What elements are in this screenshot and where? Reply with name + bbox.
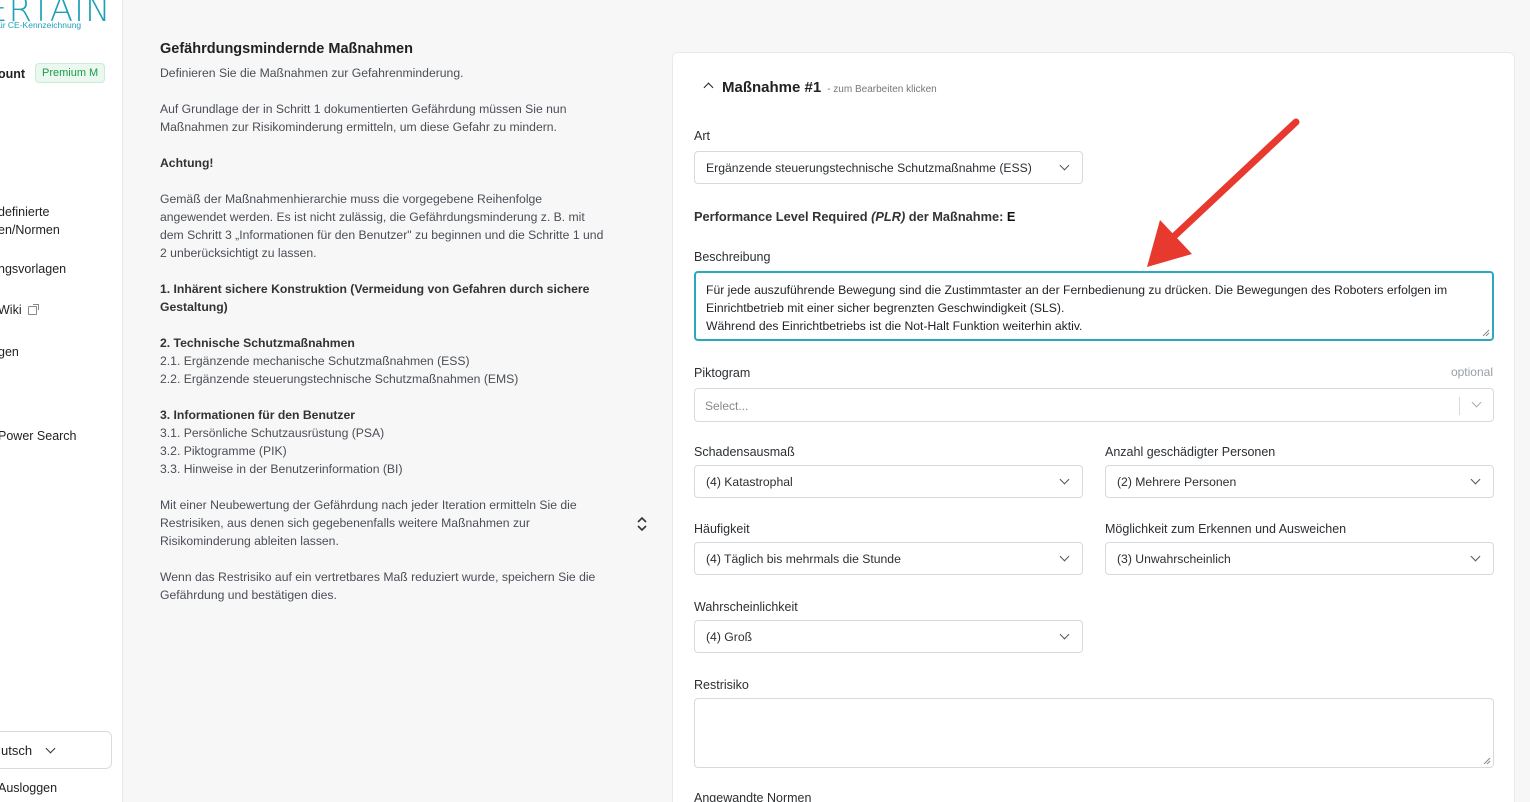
measure-edit-hint: - zum Bearbeiten klicken <box>827 84 937 95</box>
chevron-up-icon <box>703 82 714 93</box>
wahrscheinlichkeit-select[interactable]: (4) Groß <box>694 620 1083 653</box>
description-line: Für jede auszuführende Bewegung sind die… <box>706 283 1448 297</box>
chevron-down-icon <box>1471 397 1482 408</box>
wahrscheinlichkeit-value: (4) Groß <box>706 630 753 644</box>
language-value: utsch <box>1 743 33 758</box>
measure-title: Maßnahme #1 <box>722 79 822 96</box>
description-textarea[interactable]: Für jede auszuführende Bewegung sind die… <box>694 271 1494 341</box>
erkennen-value: (3) Unwahrscheinlich <box>1117 552 1231 566</box>
sidebar-item-label: gen <box>0 345 19 359</box>
art-select[interactable]: Ergänzende steuerungstechnische Schutzma… <box>694 151 1083 184</box>
sidebar-item-power-search[interactable]: Power Search <box>0 427 77 445</box>
sidebar-item-templates[interactable]: ngsvorlagen <box>0 260 66 278</box>
select-separator <box>1459 397 1460 415</box>
resize-handle-icon[interactable] <box>1483 757 1491 765</box>
erkennen-label: Möglichkeit zum Erkennen und Ausweichen <box>1105 522 1347 536</box>
plr-suffix: der Maßnahme: <box>905 209 1007 224</box>
chevron-down-icon <box>1470 474 1481 485</box>
normen-label: Angewandte Normen <box>694 791 812 802</box>
measure-header[interactable]: Maßnahme #1 - zum Bearbeiten klicken <box>703 79 937 96</box>
chevron-down-icon <box>1059 160 1070 171</box>
piktogram-placeholder: Select... <box>705 399 749 413</box>
measure-card: Maßnahme #1 - zum Bearbeiten klicken Art… <box>672 52 1515 802</box>
logo-subtitle: ür CE-Kennzeichnung <box>0 20 82 30</box>
schadensausmass-label: Schadensausmaß <box>694 445 795 459</box>
step-2-1: 2.1. Ergänzende mechanische Schutzmaßnah… <box>160 354 470 368</box>
piktogram-label: Piktogram <box>694 366 751 380</box>
step-3-1: 3.1. Persönliche Schutzausrüstung (PSA) <box>160 426 385 440</box>
expand-collapse-icon[interactable] <box>636 515 648 533</box>
art-value: Ergänzende steuerungstechnische Schutzma… <box>706 161 1032 175</box>
intro-text: Auf Grundlage der in Schritt 1 dokumenti… <box>160 102 567 134</box>
schadensausmass-select[interactable]: (4) Katastrophal <box>694 465 1083 498</box>
restrisiko-textarea[interactable] <box>694 698 1494 768</box>
premium-badge: Premium M <box>35 63 106 83</box>
schadensausmass-value: (4) Katastrophal <box>706 475 793 489</box>
sidebar-item-settings[interactable]: gen <box>0 343 19 361</box>
plr-prefix: Performance Level Required <box>694 209 872 224</box>
wahrscheinlichkeit-label: Wahrscheinlichkeit <box>694 600 798 614</box>
step-3-heading: 3. Informationen für den Benutzer <box>160 408 356 422</box>
plr-value: E <box>1006 209 1016 224</box>
description-line: Einrichtbetrieb mit einer sicher begrenz… <box>706 301 1065 315</box>
sidebar-item-wiki[interactable]: Wiki <box>0 301 39 319</box>
sidebar-item-label: definierte <box>0 205 50 219</box>
sidebar: ERTAIN ür CE-Kennzeichnung ount Premium … <box>0 0 123 802</box>
reassess-text: Mit einer Neubewertung der Gefährdung na… <box>160 498 577 548</box>
plr-text: Performance Level Required (PLR) der Maß… <box>694 209 1015 224</box>
sidebar-item-label: Wiki <box>0 303 22 317</box>
anzahl-select[interactable]: (2) Mehrere Personen <box>1105 465 1494 498</box>
anzahl-value: (2) Mehrere Personen <box>1117 475 1237 489</box>
logout-link[interactable]: Ausloggen <box>0 781 57 795</box>
art-label: Art <box>694 129 710 143</box>
step-2-heading: 2. Technische Schutzmaßnahmen <box>160 336 355 350</box>
step-2-2: 2.2. Ergänzende steuerungstechnische Sch… <box>160 372 519 386</box>
anzahl-label: Anzahl geschädigter Personen <box>1105 445 1276 459</box>
page-title: Gefährdungsmindernde Maßnahmen <box>160 41 413 57</box>
resize-handle-icon[interactable] <box>1482 329 1490 337</box>
step-3-2: 3.2. Piktogramme (PIK) <box>160 444 287 458</box>
description-line: Während des Einrichtbetriebs ist die Not… <box>706 319 1083 333</box>
chevron-down-icon <box>1059 474 1070 485</box>
language-select[interactable]: utsch <box>0 731 112 769</box>
chevron-down-icon <box>45 743 56 754</box>
haeufigkeit-label: Häufigkeit <box>694 522 750 536</box>
step-1-heading: 1. Inhärent sichere Konstruktion (Vermei… <box>160 282 590 314</box>
plr-abbr: (PLR) <box>871 209 906 224</box>
save-hint-text: Wenn das Restrisiko auf ein vertretbares… <box>160 570 596 602</box>
description-label: Beschreibung <box>694 250 771 264</box>
sidebar-item-label: en/Normen <box>0 223 60 237</box>
info-panel: Gefährdungsmindernde Maßnahmen Definiere… <box>160 40 610 622</box>
optional-hint: optional <box>1450 365 1493 379</box>
chevron-down-icon <box>1470 551 1481 562</box>
sidebar-item-defined-norms[interactable]: definierte en/Normen <box>0 203 60 239</box>
attention-heading: Achtung! <box>160 156 214 170</box>
hierarchy-text: Gemäß der Maßnahmenhierarchie muss die v… <box>160 192 604 260</box>
piktogram-select[interactable]: Select... <box>694 388 1494 422</box>
haeufigkeit-value: (4) Täglich bis mehrmals die Stunde <box>706 552 901 566</box>
page-subtitle: Definieren Sie die Maßnahmen zur Gefahre… <box>160 66 464 80</box>
step-3-3: 3.3. Hinweise in der Benutzerinformation… <box>160 462 403 476</box>
sidebar-item-label: Power Search <box>0 429 77 443</box>
chevron-down-icon <box>1059 629 1070 640</box>
chevron-down-icon <box>1059 551 1070 562</box>
erkennen-select[interactable]: (3) Unwahrscheinlich <box>1105 542 1494 575</box>
restrisiko-label: Restrisiko <box>694 678 749 692</box>
sidebar-item-label: ngsvorlagen <box>0 262 67 276</box>
haeufigkeit-select[interactable]: (4) Täglich bis mehrmals die Stunde <box>694 542 1083 575</box>
external-link-icon <box>27 304 39 316</box>
account-link[interactable]: ount <box>0 67 25 81</box>
